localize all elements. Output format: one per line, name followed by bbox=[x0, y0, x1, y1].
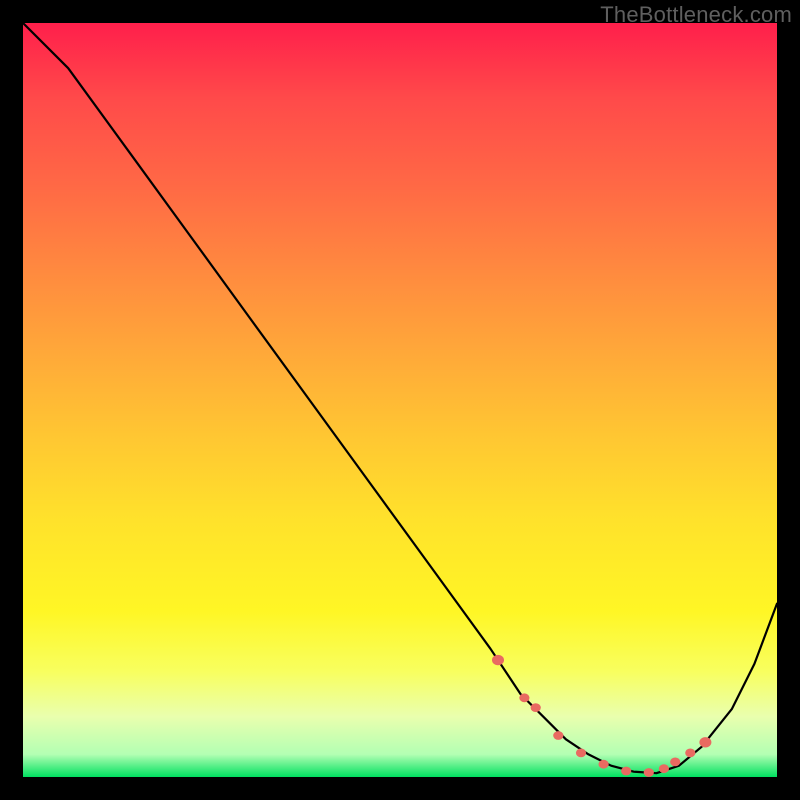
optimal-marker bbox=[659, 764, 669, 773]
optimal-marker bbox=[531, 703, 541, 712]
optimal-marker bbox=[699, 737, 711, 747]
watermark-text: TheBottleneck.com bbox=[600, 2, 792, 28]
optimal-range-markers bbox=[492, 655, 711, 777]
optimal-marker bbox=[670, 758, 680, 767]
bottleneck-curve-svg bbox=[23, 23, 777, 777]
optimal-marker bbox=[621, 767, 631, 776]
optimal-marker bbox=[492, 655, 504, 665]
chart-frame: TheBottleneck.com bbox=[0, 0, 800, 800]
optimal-marker bbox=[644, 768, 654, 777]
optimal-marker bbox=[519, 693, 529, 702]
optimal-marker bbox=[553, 731, 563, 740]
bottleneck-curve-line bbox=[23, 23, 777, 773]
plot-area bbox=[23, 23, 777, 777]
optimal-marker bbox=[576, 749, 586, 758]
optimal-marker bbox=[599, 760, 609, 769]
optimal-marker bbox=[685, 749, 695, 758]
